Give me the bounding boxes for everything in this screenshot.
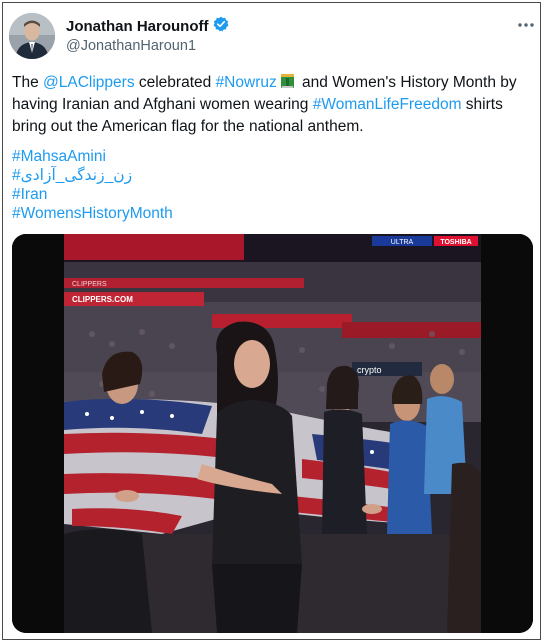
hashtag-list: #MahsaAmini #زن_زندگی_آزادی #Iran #Women… bbox=[12, 147, 312, 223]
verified-badge-icon bbox=[213, 16, 229, 37]
banner-crypto: crypto bbox=[357, 365, 382, 375]
hashtag-link[interactable]: #WomensHistoryMonth bbox=[12, 204, 312, 223]
mention-link[interactable]: @LAClippers bbox=[43, 74, 135, 91]
hashtag-link[interactable]: #Iran bbox=[12, 185, 312, 204]
hashtag-link[interactable]: #Nowruz bbox=[216, 74, 277, 91]
handle[interactable]: @JonathanHaroun1 bbox=[66, 38, 196, 54]
banner-toshiba: TOSHIBA bbox=[440, 239, 471, 246]
tweet-text-part: The bbox=[12, 74, 44, 91]
tweet-card: Jonathan Harounoff @JonathanHaroun1 The … bbox=[2, 2, 541, 640]
tweet-text-part: celebrated bbox=[134, 74, 216, 91]
hashtag-link[interactable]: #MahsaAmini bbox=[12, 147, 312, 166]
more-options-icon bbox=[518, 23, 534, 27]
banner-clippers-com: CLIPPERS.COM bbox=[72, 295, 133, 304]
banner-clippers: CLIPPERS bbox=[72, 281, 107, 288]
more-options-button[interactable] bbox=[515, 16, 537, 34]
avatar[interactable] bbox=[9, 13, 55, 59]
tweet-header: Jonathan Harounoff @JonathanHaroun1 bbox=[9, 12, 537, 62]
banner-ultra: ULTRA bbox=[391, 239, 414, 246]
name-row: Jonathan Harounoff bbox=[66, 16, 229, 37]
book-emoji-icon bbox=[280, 73, 295, 89]
tweet-text: The @LAClippers celebrated #Nowruz and W… bbox=[12, 72, 536, 138]
tweet-video[interactable]: ULTRA TOSHIBA CLIPPERS CLIPPERS.COM cryp… bbox=[12, 234, 533, 633]
hashtag-link[interactable]: #WomanLifeFreedom bbox=[313, 96, 462, 113]
hashtag-link[interactable]: #زن_زندگی_آزادی bbox=[12, 166, 312, 185]
display-name[interactable]: Jonathan Harounoff bbox=[66, 18, 209, 35]
